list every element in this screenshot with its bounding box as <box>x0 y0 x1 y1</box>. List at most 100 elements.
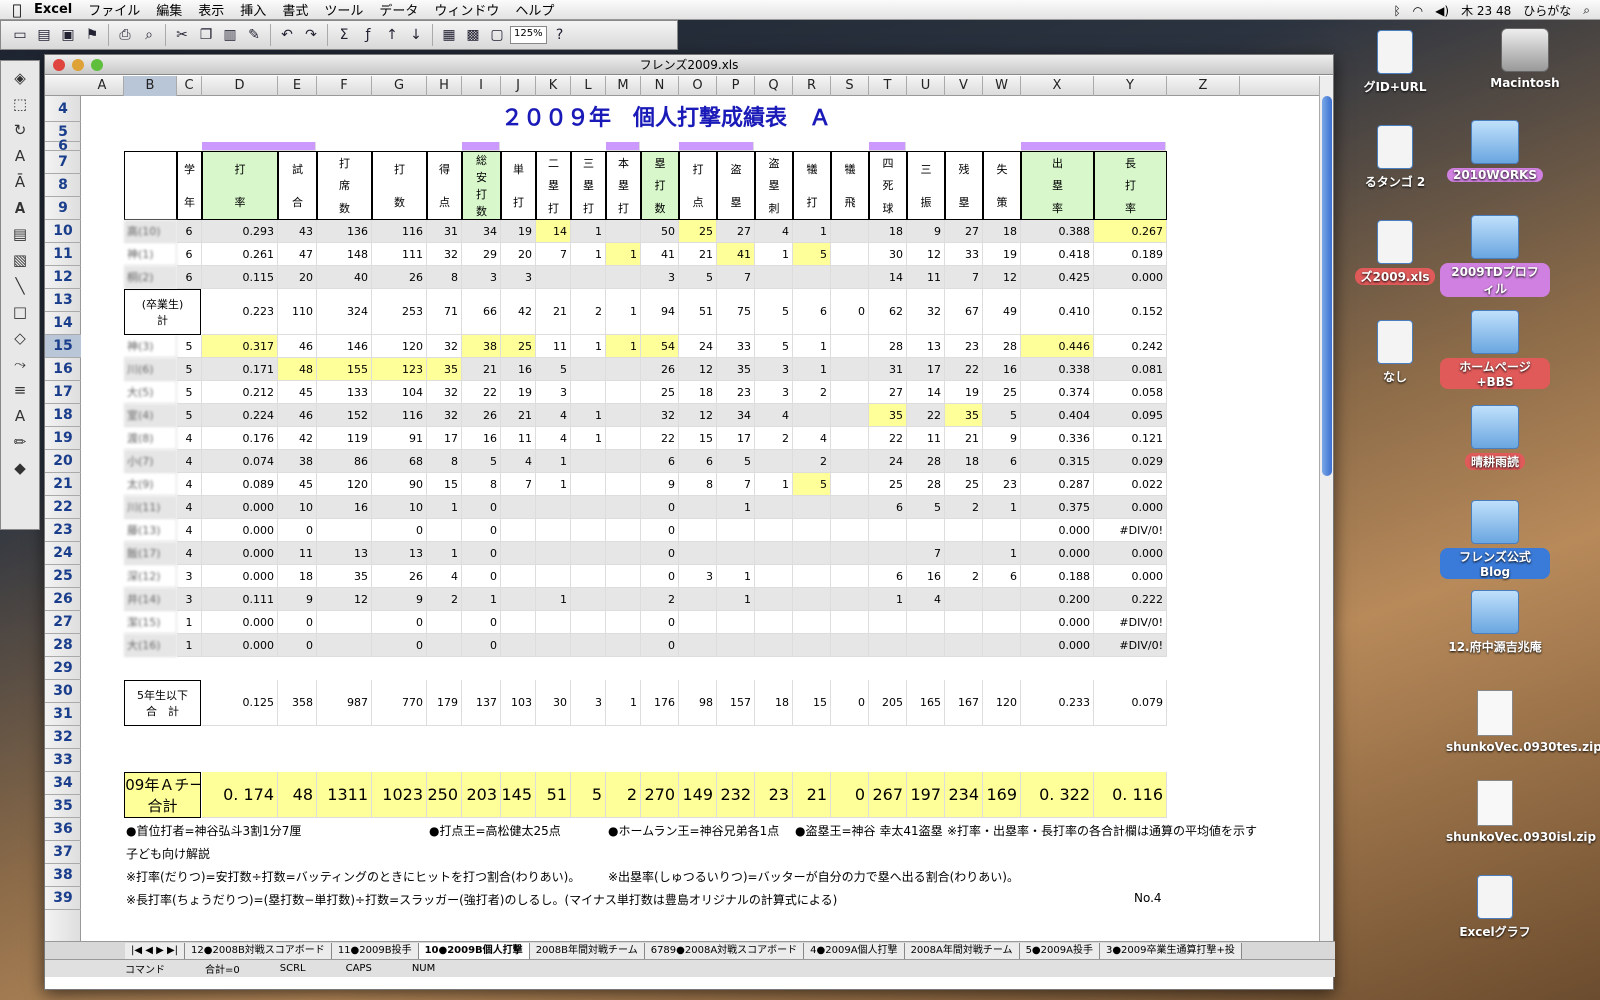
row-header-31[interactable]: 31 <box>45 703 81 726</box>
line-color-icon[interactable]: ✏ <box>7 431 33 453</box>
row-header-21[interactable]: 21 <box>45 473 81 496</box>
column-header-v[interactable]: V <box>945 76 983 96</box>
function-icon[interactable]: ƒ <box>357 24 379 46</box>
sheet-tab[interactable]: 6789●2008A対戦スコアボード <box>644 942 805 959</box>
player-name[interactable]: 潔(15) <box>124 611 177 634</box>
row-header-7[interactable]: 7 <box>45 151 81 174</box>
chart-icon[interactable]: ▦ <box>438 24 460 46</box>
column-header-i[interactable]: I <box>462 76 501 96</box>
desktop-icon-folder[interactable]: 2009TDプロフィル <box>1440 215 1550 297</box>
row-header-10[interactable]: 10 <box>45 220 81 243</box>
row-header-28[interactable]: 28 <box>45 634 81 657</box>
column-header-t[interactable]: T <box>869 76 907 96</box>
spotlight-icon[interactable]: ⌕ <box>1583 3 1590 18</box>
cell-grid[interactable]: ２００９年 個人打撃成績表 Ａ学年打率試合打席数打数得点総安打数単打二塁打三塁打… <box>82 96 1321 941</box>
row-header-39[interactable]: 39 <box>45 887 81 910</box>
desktop-icon-drive[interactable]: Macintosh <box>1470 28 1580 90</box>
format-painter-icon[interactable]: ✎ <box>243 24 265 46</box>
row-header-9[interactable]: 9 <box>45 197 81 220</box>
wordart-icon[interactable]: 𝐀 <box>7 197 33 219</box>
row-header-22[interactable]: 22 <box>45 496 81 519</box>
row-header-18[interactable]: 18 <box>45 404 81 427</box>
sheet-tab[interactable]: 11●2009B投手 <box>331 942 419 959</box>
column-header-d[interactable]: D <box>202 76 278 96</box>
text-icon[interactable]: A <box>7 145 33 167</box>
row-header-8[interactable]: 8 <box>45 174 81 197</box>
row-header-12[interactable]: 12 <box>45 266 81 289</box>
row-header-11[interactable]: 11 <box>45 243 81 266</box>
player-name[interactable]: 桐(2) <box>124 266 177 289</box>
autosum-icon[interactable]: Σ <box>333 24 355 46</box>
menu-data[interactable]: データ <box>379 0 418 19</box>
column-header-s[interactable]: S <box>831 76 869 96</box>
sheet-tab[interactable]: 4●2009A個人打撃 <box>804 942 905 959</box>
shapes-icon[interactable]: ◇ <box>7 327 33 349</box>
menu-insert[interactable]: 挿入 <box>240 0 266 19</box>
column-header-q[interactable]: Q <box>755 76 793 96</box>
font-color-icon[interactable]: A <box>7 405 33 427</box>
vertical-text-icon[interactable]: Ā <box>7 171 33 193</box>
desktop-icon-folder[interactable]: フレンズ公式Blog <box>1440 500 1550 579</box>
menu-file[interactable]: ファイル <box>88 0 140 19</box>
column-header-o[interactable]: O <box>679 76 717 96</box>
desktop-icon-folder[interactable]: ホームページ+BBS <box>1440 310 1550 389</box>
rotate-icon[interactable]: ↻ <box>7 119 33 141</box>
sheet-tab[interactable]: 10●2009B個人打撃 <box>418 942 530 959</box>
player-name[interactable]: 渡(8) <box>124 427 177 450</box>
help-icon[interactable]: ? <box>549 24 571 46</box>
window-titlebar[interactable]: フレンズ2009.xls <box>45 55 1333 75</box>
column-header-b[interactable]: B <box>124 76 177 96</box>
player-name[interactable]: 井(14) <box>124 588 177 611</box>
column-header-f[interactable]: F <box>317 76 372 96</box>
zoom-select[interactable]: 125% <box>510 26 547 44</box>
picture-icon[interactable]: ▧ <box>7 249 33 271</box>
menu-tools[interactable]: ツール <box>324 0 363 19</box>
sort-descending-icon[interactable]: ↓ <box>405 24 427 46</box>
row-header-24[interactable]: 24 <box>45 542 81 565</box>
rectangle-icon[interactable]: □ <box>7 301 33 323</box>
clipart-icon[interactable]: ▤ <box>7 223 33 245</box>
column-header-j[interactable]: J <box>501 76 536 96</box>
player-name[interactable]: 高(10) <box>124 220 177 243</box>
menu-format[interactable]: 書式 <box>282 0 308 19</box>
row-header-30[interactable]: 30 <box>45 680 81 703</box>
column-header-r[interactable]: R <box>793 76 831 96</box>
vertical-scrollbar[interactable] <box>1319 76 1333 941</box>
scroll-thumb[interactable] <box>1322 96 1332 476</box>
minimize-icon[interactable] <box>72 59 84 71</box>
menu-help[interactable]: ヘルプ <box>515 0 554 19</box>
column-header-z[interactable]: Z <box>1167 76 1240 96</box>
row-header-38[interactable]: 38 <box>45 864 81 887</box>
row-header-4[interactable]: 4 <box>45 96 81 122</box>
row-header-13[interactable]: 13 <box>45 289 81 312</box>
save-icon[interactable]: ▣ <box>57 24 79 46</box>
worksheet[interactable]: ABCDEFGHIJKLMNOPQRSTUVWXYZ 4 5 6 7 8 9 10 11 12 1… <box>45 76 1321 941</box>
paste-icon[interactable]: ▥ <box>219 24 241 46</box>
row-header-27[interactable]: 27 <box>45 611 81 634</box>
row-header-6[interactable]: 6 <box>45 138 81 154</box>
player-name[interactable]: 室(4) <box>124 404 177 427</box>
desktop-icon-doc[interactable]: Excelグラフ <box>1440 875 1550 940</box>
player-name[interactable]: 大(16) <box>124 634 177 657</box>
line-style-icon[interactable]: ≡ <box>7 379 33 401</box>
player-name[interactable]: 川(11) <box>124 496 177 519</box>
line-icon[interactable]: ╲ <box>7 275 33 297</box>
desktop-icon-folder[interactable]: 2010WORKS <box>1440 120 1550 182</box>
redo-icon[interactable]: ↷ <box>300 24 322 46</box>
column-header-a[interactable]: A <box>81 76 124 96</box>
row-header-19[interactable]: 19 <box>45 427 81 450</box>
desktop-icon-doc[interactable]: ズ2009.xls <box>1340 220 1450 285</box>
paint-bucket-icon[interactable]: ◈ <box>7 67 33 89</box>
tab-scroll-buttons[interactable]: |◀ ◀ ▶ ▶| <box>125 942 186 959</box>
player-name[interactable]: 大(5) <box>124 381 177 404</box>
column-header-x[interactable]: X <box>1021 76 1094 96</box>
player-name[interactable]: 川(6) <box>124 358 177 381</box>
sort-ascending-icon[interactable]: ↑ <box>381 24 403 46</box>
row-header-34[interactable]: 34 <box>45 772 81 795</box>
column-header-h[interactable]: H <box>427 76 462 96</box>
clock[interactable]: 木 23 48 <box>1461 2 1511 19</box>
menu-window[interactable]: ウィンドウ <box>434 0 499 19</box>
zoom-icon[interactable] <box>91 59 103 71</box>
toolbox-icon[interactable]: ▩ <box>462 24 484 46</box>
column-header-u[interactable]: U <box>907 76 945 96</box>
